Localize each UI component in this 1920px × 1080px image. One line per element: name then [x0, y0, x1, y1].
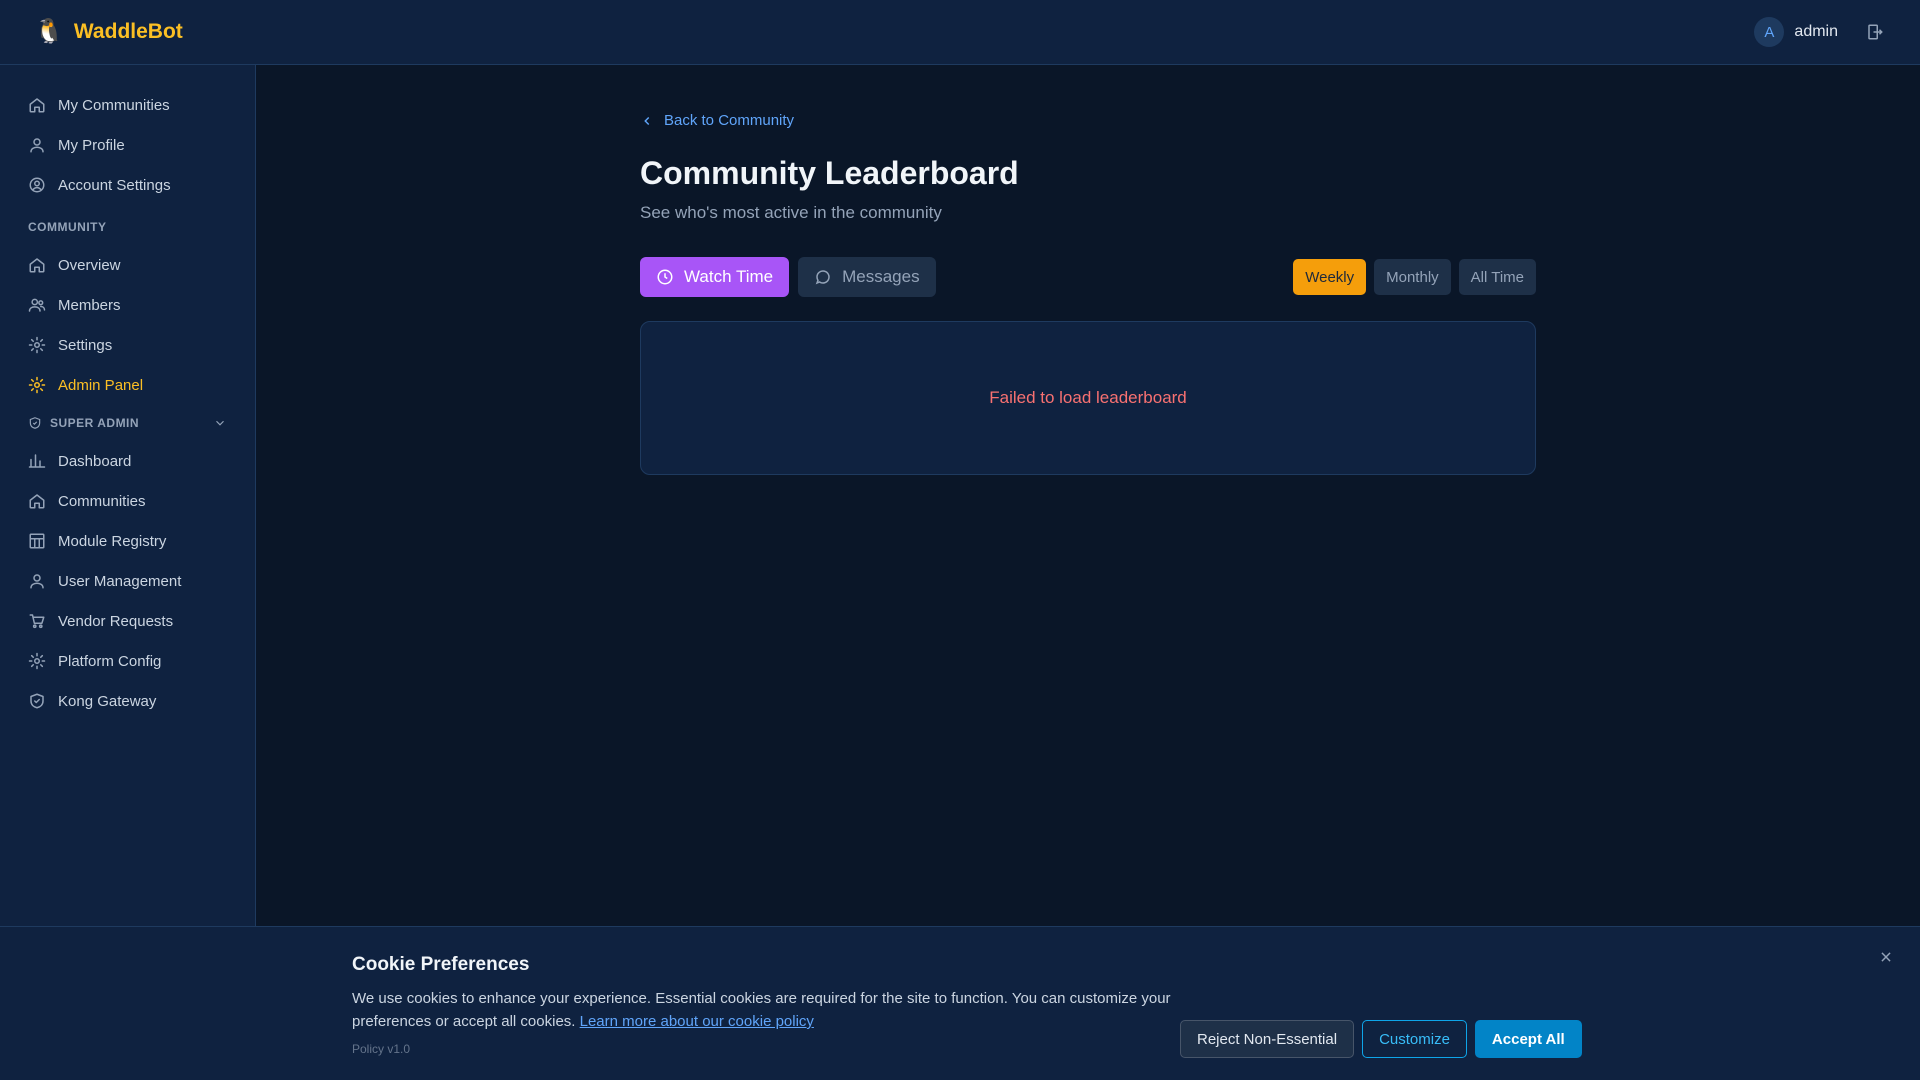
metric-tabs: Watch Time Messages: [640, 257, 936, 297]
sidebar-item-label: Vendor Requests: [58, 612, 174, 630]
shield-icon: [29, 417, 41, 429]
sidebar-item-label: Settings: [58, 336, 113, 354]
page-subtitle: See who's most active in the community: [640, 203, 942, 222]
page-title: Community Leaderboard: [640, 155, 1019, 191]
sidebar-item-label: Members: [58, 296, 121, 314]
cart-icon: [29, 614, 45, 629]
sidebar-item-kong-gateway[interactable]: Kong Gateway: [0, 681, 255, 721]
accept-all-button[interactable]: Accept All: [1474, 1020, 1582, 1058]
sidebar-item-vendor-requests[interactable]: Vendor Requests: [0, 601, 255, 641]
reject-non-essential-button[interactable]: Reject Non-Essential: [1180, 1020, 1355, 1058]
cookie-policy-link[interactable]: Learn more about our cookie policy: [580, 1013, 814, 1030]
sidebar-item-settings[interactable]: Settings: [0, 325, 255, 365]
back-to-community-link[interactable]: Back to Community: [640, 112, 794, 129]
sidebar-item-label: My Communities: [58, 96, 170, 114]
leaderboard-panel: Failed to load leaderboard: [640, 321, 1536, 475]
sidebar-item-label: User Management: [58, 572, 182, 590]
sidebar-item-members[interactable]: Members: [0, 285, 255, 325]
brand-name: WaddleBot: [73, 20, 183, 43]
user-area: A admin: [1754, 17, 1886, 47]
home-icon: [29, 494, 45, 509]
chevron-left-icon: [644, 116, 650, 125]
sidebar-item-label: Communities: [58, 492, 146, 510]
user-circle-icon: [29, 177, 45, 193]
sidebar-item-label: Admin Panel: [58, 376, 144, 394]
gear-icon: [28, 376, 46, 394]
sidebar-item-label: Module Registry: [58, 532, 167, 550]
sidebar-item-overview[interactable]: Overview: [0, 245, 255, 285]
brand[interactable]: 🐧 WaddleBot: [34, 20, 183, 44]
sidebar-item-admin-panel[interactable]: Admin Panel: [0, 365, 255, 405]
cookie-banner: Cookie Preferences We use cookies to enh…: [0, 926, 1920, 1080]
period-weekly-button[interactable]: Weekly: [1293, 259, 1367, 295]
logout-icon[interactable]: [1864, 21, 1886, 43]
registry-icon: [29, 533, 45, 549]
message-icon: [815, 270, 830, 285]
penguin-logo-icon: 🐧: [34, 18, 64, 45]
sidebar-item-label: Platform Config: [58, 652, 162, 670]
period-monthly-button[interactable]: Monthly: [1374, 259, 1451, 295]
period-all-time-button[interactable]: All Time: [1458, 259, 1536, 295]
users-icon: [28, 298, 46, 312]
sidebar-item-my-communities[interactable]: My Communities: [0, 85, 255, 125]
user-icon: [30, 574, 44, 589]
tab-messages[interactable]: Messages: [798, 257, 936, 297]
section-label-super-admin: SUPER ADMIN: [50, 416, 140, 430]
cookie-policy-version: Policy v1.0: [352, 1042, 411, 1056]
user-icon: [30, 138, 44, 153]
section-toggle-super-admin[interactable]: SUPER ADMIN: [0, 405, 255, 441]
sidebar-item-module-registry[interactable]: Module Registry: [0, 521, 255, 561]
gear-icon: [28, 336, 46, 354]
sidebar-item-label: Account Settings: [58, 176, 171, 194]
period-filters: Weekly Monthly All Time: [1293, 259, 1536, 295]
tab-watch-time[interactable]: Watch Time: [640, 257, 790, 297]
sidebar-item-label: Dashboard: [58, 452, 132, 470]
section-label-community: COMMUNITY: [28, 220, 107, 234]
sidebar-item-my-profile[interactable]: My Profile: [0, 125, 255, 165]
home-icon: [29, 258, 45, 273]
shield-icon: [30, 693, 44, 709]
sidebar-item-dashboard[interactable]: Dashboard: [0, 441, 255, 481]
gear-icon: [28, 652, 46, 670]
cookie-title: Cookie Preferences: [352, 954, 530, 975]
sidebar-item-platform-config[interactable]: Platform Config: [0, 641, 255, 681]
cookie-text: We use cookies to enhance your experienc…: [352, 987, 1172, 1033]
sidebar-item-label: My Profile: [58, 136, 125, 154]
tab-label: Watch Time: [684, 267, 774, 286]
close-icon[interactable]: [1876, 947, 1896, 967]
chart-icon: [28, 454, 46, 468]
clock-icon: [657, 269, 673, 285]
sidebar-item-account-settings[interactable]: Account Settings: [0, 165, 255, 205]
sidebar-item-label: Kong Gateway: [58, 692, 157, 710]
tab-label: Messages: [842, 267, 920, 286]
username: admin: [1794, 23, 1838, 40]
sidebar-item-label: Overview: [58, 256, 121, 274]
sidebar-item-user-management[interactable]: User Management: [0, 561, 255, 601]
sidebar: My Communities My Profile Account Settings…: [0, 65, 256, 927]
home-icon: [29, 98, 45, 113]
error-message: Failed to load leaderboard: [989, 388, 1187, 407]
chevron-down-icon: [216, 420, 224, 426]
customize-button[interactable]: Customize: [1362, 1020, 1467, 1058]
sidebar-item-communities[interactable]: Communities: [0, 481, 255, 521]
back-link-label: Back to Community: [664, 112, 795, 129]
cookie-actions: Reject Non-Essential Customize Accept Al…: [1180, 1020, 1582, 1058]
top-header: 🐧 WaddleBot A admin: [0, 0, 1920, 65]
avatar[interactable]: A: [1754, 17, 1785, 47]
